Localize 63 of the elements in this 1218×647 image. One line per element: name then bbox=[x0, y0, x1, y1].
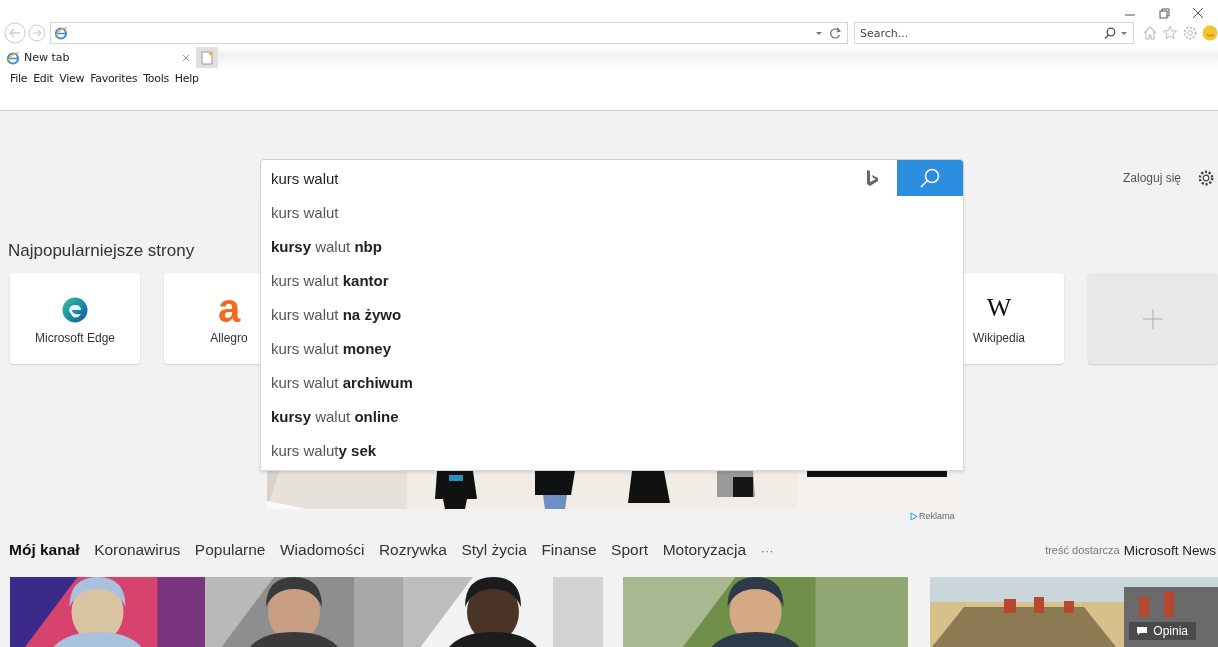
ad-label[interactable]: Reklama bbox=[910, 511, 955, 521]
tab-label: New tab bbox=[24, 51, 71, 64]
comment-icon bbox=[1137, 627, 1148, 635]
suggestion-item[interactable]: kursy walut online bbox=[261, 400, 963, 434]
more-button[interactable]: ··· bbox=[760, 542, 774, 558]
feed-tab[interactable]: Finanse bbox=[541, 541, 597, 559]
menu-item[interactable]: File bbox=[10, 72, 28, 85]
feed-tab[interactable]: Sport bbox=[611, 541, 649, 559]
feed-tab[interactable]: Styl życia bbox=[461, 541, 527, 559]
feed-tab[interactable]: Popularne bbox=[194, 541, 266, 559]
star-icon[interactable] bbox=[1162, 25, 1178, 41]
search-field[interactable]: Search... bbox=[854, 22, 1134, 44]
add-site-tile[interactable] bbox=[1088, 273, 1218, 364]
play-icon bbox=[910, 511, 918, 521]
bing-logo-icon bbox=[865, 169, 879, 187]
browser-logo-icon bbox=[6, 50, 20, 65]
caret-icon[interactable] bbox=[815, 29, 823, 37]
browser-logo-icon bbox=[54, 26, 68, 40]
search-icon bbox=[919, 167, 941, 189]
feedback-label: Opinia bbox=[1153, 624, 1188, 638]
caret-icon[interactable] bbox=[1120, 29, 1128, 37]
settings-icon[interactable] bbox=[1197, 169, 1215, 187]
feed-tab[interactable]: Mój kanał bbox=[9, 541, 80, 559]
ad-label-text: Reklama bbox=[919, 511, 955, 521]
close-icon[interactable] bbox=[1190, 5, 1206, 21]
address-field[interactable] bbox=[50, 22, 848, 44]
browser-tab[interactable]: New tab bbox=[0, 47, 196, 68]
suggestion-item[interactable]: kursy walut nbp bbox=[261, 230, 963, 264]
home-icon[interactable] bbox=[1142, 25, 1158, 41]
feed-tab[interactable]: Wiadomości bbox=[279, 541, 365, 559]
provider-name: Microsoft News bbox=[1123, 542, 1216, 558]
site-name: Microsoft Edge bbox=[34, 330, 115, 345]
feed-tab[interactable]: Koronawirus bbox=[94, 541, 181, 559]
menu-item[interactable]: Favorites bbox=[90, 72, 138, 85]
suggestion-item[interactable]: kurs walut archiwum bbox=[261, 366, 963, 400]
menu-item[interactable]: View bbox=[59, 72, 85, 85]
back-button[interactable] bbox=[4, 22, 26, 44]
site-name: Allegro bbox=[210, 330, 248, 345]
feed-tab[interactable]: Rozrywka bbox=[378, 541, 447, 559]
search-icon[interactable] bbox=[1104, 27, 1116, 39]
site-logo-icon bbox=[62, 296, 88, 323]
menu-item[interactable]: Edit bbox=[33, 72, 54, 85]
section-heading: Najpopularniejsze strony bbox=[8, 241, 195, 261]
search-box[interactable]: kurs walut bbox=[260, 159, 964, 197]
provider-label: treść dostarcza bbox=[1045, 544, 1120, 556]
site-tile[interactable]: Microsoft Edge bbox=[10, 273, 140, 364]
sign-in-link[interactable]: Zaloguj się bbox=[1122, 171, 1181, 185]
plus-icon bbox=[1143, 308, 1163, 329]
page-icon bbox=[201, 50, 213, 65]
refresh-icon[interactable] bbox=[829, 27, 841, 39]
suggestion-item[interactable]: kurs waluty sek bbox=[261, 434, 963, 468]
feed-tab[interactable]: Motoryzacja bbox=[662, 541, 747, 559]
search-button[interactable] bbox=[897, 160, 963, 196]
site-logo: a bbox=[217, 292, 241, 323]
menu-item[interactable]: Help bbox=[174, 72, 199, 85]
site-logo: W bbox=[986, 292, 1012, 323]
feedback-button[interactable]: Opinia bbox=[1129, 622, 1196, 640]
site-name: Wikipedia bbox=[973, 330, 1025, 345]
forward-button[interactable] bbox=[28, 24, 46, 42]
menu-item[interactable]: Tools bbox=[143, 72, 169, 85]
restore-icon[interactable] bbox=[1156, 5, 1172, 21]
suggestion-item[interactable]: kurs walut bbox=[261, 196, 963, 230]
new-tab-button[interactable] bbox=[196, 47, 218, 68]
